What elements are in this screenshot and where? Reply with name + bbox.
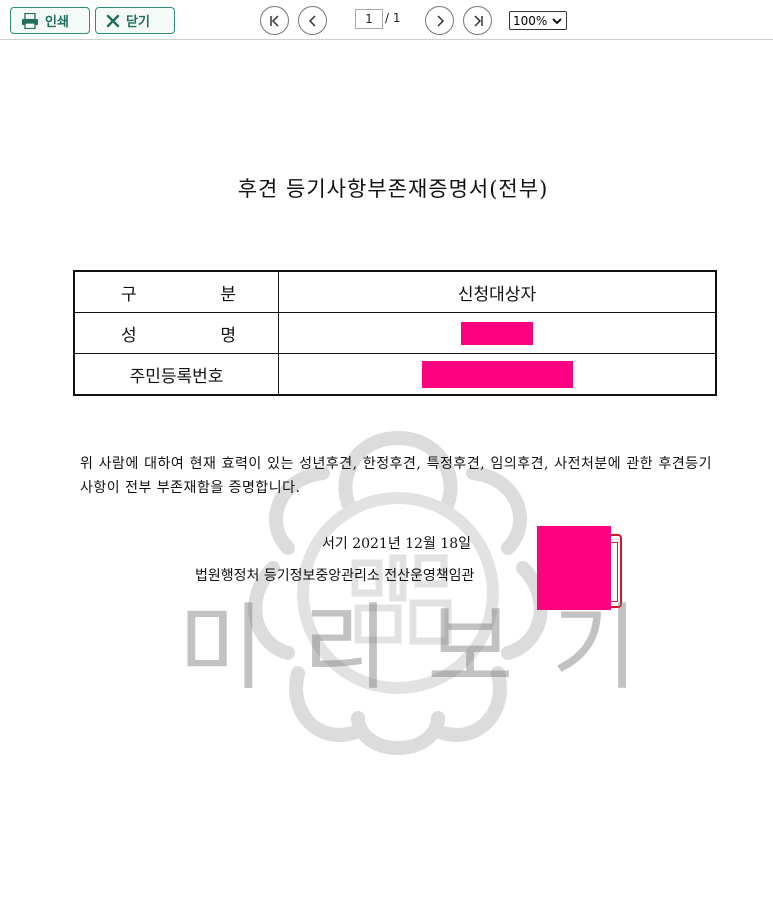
document-title: 후견 등기사항부존재증명서(전부)	[237, 177, 549, 201]
name-label-char: 명	[220, 325, 236, 346]
zoom-value: 100%	[513, 13, 548, 28]
close-button[interactable]: 닫기	[95, 7, 175, 34]
page-total: / 1	[385, 11, 401, 25]
table-header-applicant: 신청대상자	[278, 270, 717, 313]
last-page-button[interactable]	[463, 6, 492, 35]
table-header-category: 구 분	[73, 270, 279, 313]
first-page-button[interactable]	[260, 6, 289, 35]
table-row: 성 명	[73, 312, 717, 354]
name-label: 성 명	[73, 312, 279, 354]
prev-page-button[interactable]	[298, 6, 327, 35]
id-redaction	[421, 360, 573, 388]
watermark-char: 기	[551, 594, 638, 703]
preview-watermark: 미 리 보 기	[178, 602, 638, 696]
print-button[interactable]: 인쇄	[10, 7, 90, 34]
close-icon	[106, 14, 120, 28]
last-page-icon	[473, 14, 483, 27]
first-page-icon	[269, 14, 279, 27]
name-redaction	[461, 321, 533, 345]
print-label: 인쇄	[45, 15, 69, 30]
watermark-char: 리	[302, 594, 389, 703]
chevron-left-icon	[308, 14, 316, 27]
certification-statement: 위 사람에 대하여 현재 효력이 있는 성년후견, 한정후견, 특정후견, 임의…	[80, 456, 712, 496]
chevron-right-icon	[436, 14, 444, 27]
header-char: 구	[121, 284, 137, 305]
document-page: 후견 등기사항부존재증명서(전부) 구 분 신청대상자 성 명 주민등록번호 위…	[0, 40, 773, 910]
name-value	[278, 312, 717, 354]
zoom-select[interactable]: 100%	[509, 11, 567, 30]
id-label: 주민등록번호	[73, 353, 279, 396]
watermark-char: 보	[427, 594, 514, 703]
issuing-officer: 법원행정처 등기정보중앙관리소 전산운영책임관	[195, 568, 475, 584]
header-char: 분	[220, 284, 236, 305]
close-label: 닫기	[126, 15, 150, 30]
issue-date: 서기 2021년 12월 18일	[321, 536, 471, 552]
table-row: 구 분 신청대상자	[73, 270, 717, 313]
viewer-toolbar: 인쇄 닫기 / 1 100%	[0, 0, 773, 40]
page-number-input[interactable]	[355, 9, 383, 29]
applicant-table: 구 분 신청대상자 성 명 주민등록번호	[73, 270, 717, 396]
watermark-char: 미	[178, 594, 265, 703]
table-row: 주민등록번호	[73, 353, 717, 396]
next-page-button[interactable]	[425, 6, 454, 35]
seal-redaction	[537, 526, 611, 610]
printer-icon	[21, 12, 39, 29]
id-value	[278, 353, 717, 396]
chevron-down-icon	[552, 18, 562, 25]
name-label-char: 성	[121, 325, 137, 346]
